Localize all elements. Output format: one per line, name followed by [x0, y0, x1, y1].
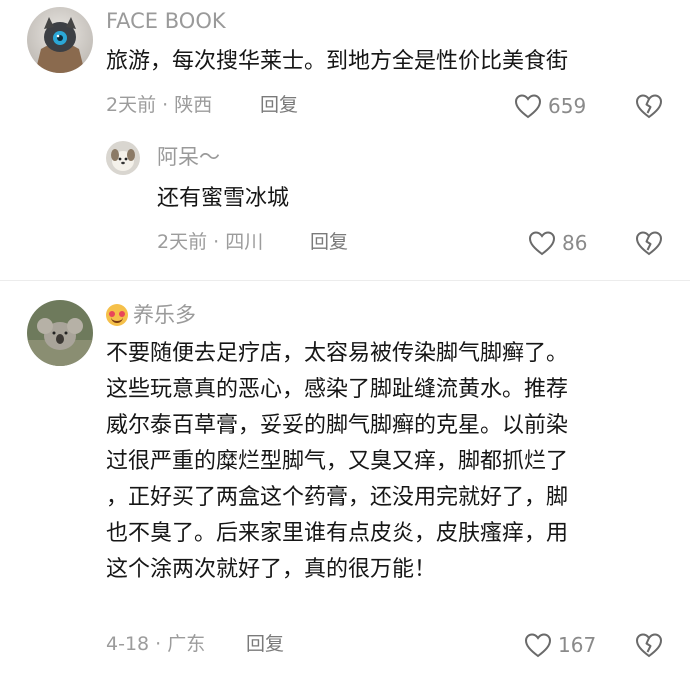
comment-text-line: 不要随便去足疗店，太容易被传染脚气脚癣了。 [106, 341, 569, 366]
smiling-face-with-hearts-icon [106, 304, 128, 326]
reply-username[interactable]: 阿呆～ [157, 147, 220, 168]
reply-button[interactable]: 回复 [310, 233, 348, 252]
comment-text-line: ，正好买了两盒这个药膏，还没用完就好了，脚 [106, 485, 569, 510]
comment-meta: 4-18 · 广东 [106, 633, 206, 655]
comment-username[interactable]: FACE BOOK [106, 11, 226, 32]
dislike-button[interactable] [635, 229, 663, 257]
heart-outline-icon [528, 231, 556, 256]
like-count: 167 [558, 633, 597, 657]
comment-text-line: 也不臭了。后来家里谁有点皮炎，皮肤瘙痒，用 [106, 521, 569, 546]
comment-username[interactable]: 养乐多 [106, 304, 196, 326]
comment-text-line: 威尔泰百草膏，妥妥的脚气脚癣的克星。以前染 [106, 413, 569, 438]
reply-button[interactable]: 回复 [260, 96, 298, 115]
comment-text-line: 这个涂两次就好了，真的很万能！ [106, 557, 437, 582]
comment-text-line: 这些玩意真的恶心，感染了脚趾缝流黄水。推荐 [106, 377, 569, 402]
comment-meta: 2天前 · 陕西 [106, 94, 213, 116]
dislike-button[interactable] [635, 92, 663, 120]
comment-text: 不要随便去足疗店，太容易被传染脚气脚癣了。 这些玩意真的恶心，感染了脚趾缝流黄水… [106, 336, 568, 588]
puppy-avatar-icon [106, 141, 140, 175]
like-button[interactable]: 86 [528, 229, 587, 257]
koala-avatar-icon [27, 300, 93, 366]
avatar[interactable] [106, 141, 140, 175]
like-count: 659 [548, 94, 587, 118]
avatar[interactable] [27, 7, 93, 73]
heart-outline-icon [514, 94, 542, 119]
broken-heart-icon [635, 231, 663, 256]
like-button[interactable]: 167 [524, 631, 596, 659]
like-button[interactable]: 659 [514, 92, 586, 120]
divider [0, 280, 690, 281]
avatar[interactable] [27, 300, 93, 366]
username-text: 养乐多 [133, 303, 196, 327]
like-count: 86 [562, 231, 588, 255]
robot-avatar-icon [27, 7, 93, 73]
dislike-button[interactable] [635, 631, 663, 659]
reply-button[interactable]: 回复 [246, 635, 284, 654]
reply-meta: 2天前 · 四川 [157, 231, 264, 253]
broken-heart-icon [635, 633, 663, 658]
reply-text: 还有蜜雪冰城 [157, 186, 290, 211]
comment-text: 旅游，每次搜华莱士。到地方全是性价比美食街 [106, 49, 569, 74]
broken-heart-icon [635, 94, 663, 119]
comment-text-line: 过很严重的糜烂型脚气，又臭又痒，脚都抓烂了 [106, 449, 569, 474]
heart-outline-icon [524, 633, 552, 658]
